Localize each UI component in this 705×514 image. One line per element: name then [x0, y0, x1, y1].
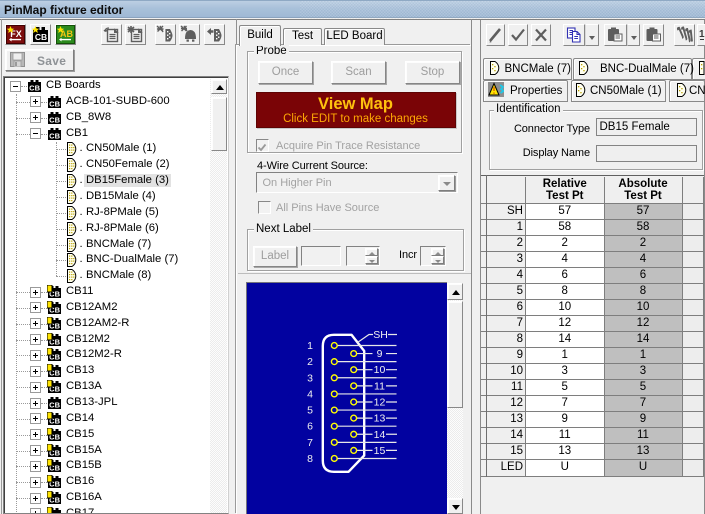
svg-text:7: 7 — [307, 437, 313, 449]
svg-text:14: 14 — [374, 429, 386, 441]
svg-text:13: 13 — [374, 413, 386, 425]
svg-text:CB: CB — [49, 99, 60, 108]
svg-text:CB: CB — [49, 131, 60, 140]
svg-text:11: 11 — [374, 380, 385, 392]
svg-text:8: 8 — [307, 453, 313, 465]
svg-text:12: 12 — [374, 396, 386, 408]
svg-text:10: 10 — [374, 364, 386, 376]
svg-text:CB: CB — [49, 115, 60, 124]
svg-text:4: 4 — [307, 388, 313, 400]
svg-text:CB: CB — [49, 401, 60, 410]
svg-text:SH: SH — [373, 329, 388, 341]
svg-text:CB: CB — [35, 32, 47, 42]
svg-text:6: 6 — [307, 421, 313, 433]
svg-text:9: 9 — [377, 348, 383, 360]
svg-text:1: 1 — [699, 29, 705, 40]
svg-text:2: 2 — [307, 356, 313, 368]
svg-text:1: 1 — [307, 340, 313, 352]
svg-text:3: 3 — [307, 372, 313, 384]
svg-text:CB: CB — [29, 84, 40, 93]
svg-text:15: 15 — [374, 445, 386, 457]
svg-text:5: 5 — [307, 405, 313, 417]
